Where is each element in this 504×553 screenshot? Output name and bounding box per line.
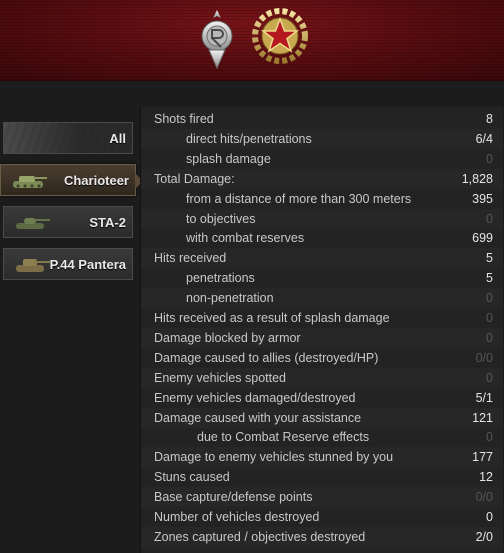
stat-label: Hits received (154, 251, 227, 266)
stat-row: Damage to enemy vehicles stunned by you 1… (141, 447, 503, 468)
stat-row: Damage blocked by armor 0 (141, 327, 503, 348)
tab-p44-pantera[interactable]: P.44 Pantera (3, 248, 133, 280)
stat-label: Zones captured / objectives destroyed (154, 529, 366, 544)
header-banner (0, 0, 504, 81)
gold-star-wreath-icon[interactable] (252, 8, 308, 66)
stat-row: Base capture/defense points 0/0 (141, 487, 503, 508)
stat-value: 0/0 (475, 350, 493, 365)
stat-row: Shots fired 8 (141, 109, 503, 129)
stat-label: from a distance of more than 300 meters (186, 191, 412, 206)
stat-row: to objectives 0 (141, 208, 503, 229)
stat-value: 0 (486, 151, 493, 166)
stat-row: direct hits/penetrations 6/4 (141, 128, 503, 149)
tank-icon (16, 218, 50, 229)
stat-label: to objectives (186, 211, 256, 226)
stat-row: Zones captured / objectives destroyed 2/0 (141, 526, 503, 547)
stat-value: 6/4 (475, 131, 493, 146)
stat-value: 0 (486, 510, 493, 524)
stat-row: Number of vehicles destroyed 0 (141, 507, 503, 527)
stat-label: Number of vehicles destroyed (154, 510, 320, 524)
stat-value: 699 (472, 231, 493, 246)
stat-row: Enemy vehicles spotted 0 (141, 367, 503, 388)
stat-value: 8 (486, 112, 493, 126)
stat-row: splash damage 0 (141, 149, 503, 169)
tab-sta-2-label: STA-2 (89, 214, 126, 230)
stat-row: Stuns caused 12 (141, 467, 503, 487)
stat-value: 0 (486, 370, 493, 385)
stat-value: 2/0 (475, 529, 493, 544)
stat-label: Damage to enemy vehicles stunned by you (154, 450, 394, 465)
stat-label: Enemy vehicles spotted (154, 370, 287, 385)
stat-value: 0/0 (475, 490, 493, 505)
stat-label: Hits received as a result of splash dama… (154, 311, 390, 325)
stat-label: direct hits/penetrations (186, 131, 312, 146)
stat-label: Damage blocked by armor (154, 330, 301, 345)
stat-value: 121 (472, 410, 493, 425)
silver-emblem-icon[interactable] (197, 8, 237, 72)
tab-sta-2[interactable]: STA-2 (3, 206, 133, 238)
stat-label: Shots fired (154, 112, 214, 126)
stat-label: Damage caused with your assistance (154, 410, 362, 425)
stat-row: non-penetration 0 (141, 288, 503, 309)
tab-charioteer[interactable]: Charioteer (0, 164, 143, 196)
tab-p44-pantera-label: P.44 Pantera (49, 256, 126, 272)
stat-value: 5 (486, 271, 493, 286)
stat-row: Hits received as a result of splash dama… (141, 308, 503, 328)
tab-charioteer-label: Charioteer (63, 172, 129, 188)
stat-value: 12 (479, 470, 493, 485)
stat-label: non-penetration (186, 291, 274, 306)
stat-value: 0 (486, 311, 493, 325)
stat-row: penetrations 5 (141, 268, 503, 288)
stat-label: splash damage (186, 151, 271, 166)
tab-all-label: All (109, 130, 126, 146)
tab-all[interactable]: All (3, 122, 133, 154)
tank-icon (16, 259, 50, 272)
stat-value: 0 (486, 211, 493, 226)
stat-value: 177 (472, 450, 493, 465)
stat-label: Base capture/defense points (154, 490, 313, 505)
tank-icon (13, 176, 47, 188)
stat-label: Enemy vehicles damaged/destroyed (154, 390, 356, 405)
stats-panel: Shots fired 8 direct hits/penetrations 6/4 s… (140, 107, 503, 553)
stat-row: from a distance of more than 300 meters 3… (141, 189, 503, 209)
stat-value: 0 (486, 291, 493, 306)
stat-value: 5/1 (475, 390, 493, 405)
stat-row: Damage caused with your assistance 121 (141, 407, 503, 428)
stat-row: Hits received 5 (141, 248, 503, 269)
stat-row: Damage caused to allies (destroyed/HP) 0/… (141, 348, 503, 368)
stat-row: due to Combat Reserve effects 0 (141, 427, 503, 447)
stat-row: Total Damage: 1,828 (141, 168, 503, 189)
stat-label: with combat reserves (186, 231, 305, 246)
stat-value: 395 (472, 191, 493, 206)
stat-value: 1,828 (461, 171, 493, 186)
stat-value: 0 (486, 330, 493, 345)
stat-value: 5 (486, 251, 493, 266)
stat-row: with combat reserves 699 (141, 228, 503, 248)
stat-label: penetrations (186, 271, 255, 286)
stat-label: Stuns caused (154, 470, 230, 485)
stat-label: due to Combat Reserve effects (197, 430, 370, 445)
stat-row: Enemy vehicles damaged/destroyed 5/1 (141, 388, 503, 408)
stat-label: Damage caused to allies (destroyed/HP) (154, 350, 379, 365)
stat-label: Total Damage: (154, 171, 235, 186)
stat-value: 0 (486, 430, 493, 445)
